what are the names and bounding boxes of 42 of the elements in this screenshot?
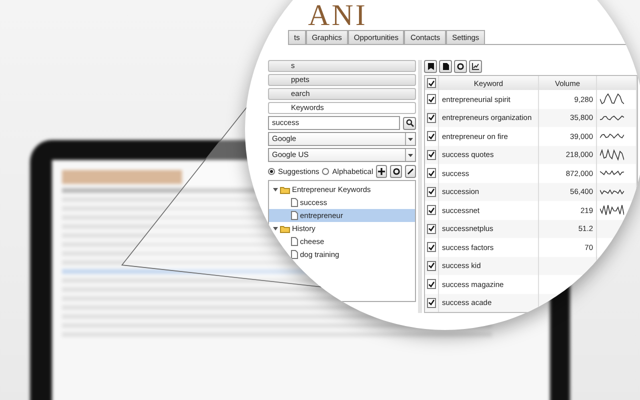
trend-sparkline bbox=[600, 93, 624, 106]
checkbox[interactable] bbox=[427, 242, 436, 252]
pencil-icon bbox=[406, 168, 414, 174]
circle-button[interactable] bbox=[390, 164, 402, 178]
plus-icon bbox=[378, 168, 386, 174]
checkbox[interactable] bbox=[427, 78, 436, 88]
checkbox[interactable] bbox=[427, 298, 436, 308]
search-button[interactable] bbox=[403, 116, 416, 130]
expand-triangle-icon[interactable] bbox=[273, 226, 278, 231]
trend-sparkline bbox=[600, 114, 624, 121]
bookmark-icon bbox=[428, 63, 434, 70]
checkbox[interactable] bbox=[427, 150, 436, 160]
trend-sparkline bbox=[600, 148, 624, 161]
checkbox[interactable] bbox=[427, 94, 436, 104]
search-icon bbox=[406, 119, 414, 127]
expand-triangle-icon[interactable] bbox=[273, 187, 278, 192]
checkbox[interactable] bbox=[427, 186, 436, 197]
radio-button[interactable] bbox=[268, 168, 275, 174]
circle-button[interactable] bbox=[454, 60, 467, 73]
caret-icon bbox=[408, 154, 413, 156]
folder-icon bbox=[280, 186, 290, 194]
checkbox[interactable] bbox=[427, 168, 436, 178]
trend-sparkline bbox=[600, 204, 624, 216]
edit-button[interactable] bbox=[404, 164, 416, 178]
trend-sparkline bbox=[600, 170, 624, 176]
trend-sparkline bbox=[600, 133, 624, 140]
add-button[interactable] bbox=[376, 164, 388, 178]
trend-sparkline bbox=[600, 188, 624, 195]
ring-icon bbox=[457, 63, 464, 70]
ring-icon bbox=[392, 168, 400, 174]
checkbox[interactable] bbox=[427, 112, 436, 123]
chart-button[interactable] bbox=[469, 60, 482, 73]
checkbox[interactable] bbox=[427, 205, 436, 216]
document-button[interactable] bbox=[439, 60, 452, 73]
checkbox[interactable] bbox=[427, 224, 436, 234]
bookmark-button[interactable] bbox=[424, 60, 437, 73]
checkbox[interactable] bbox=[427, 131, 436, 142]
logo: ANI bbox=[308, 2, 368, 30]
radio-button[interactable] bbox=[322, 168, 330, 174]
line-chart-icon bbox=[472, 63, 479, 70]
checkbox[interactable] bbox=[427, 279, 436, 290]
checkbox[interactable] bbox=[427, 260, 436, 271]
